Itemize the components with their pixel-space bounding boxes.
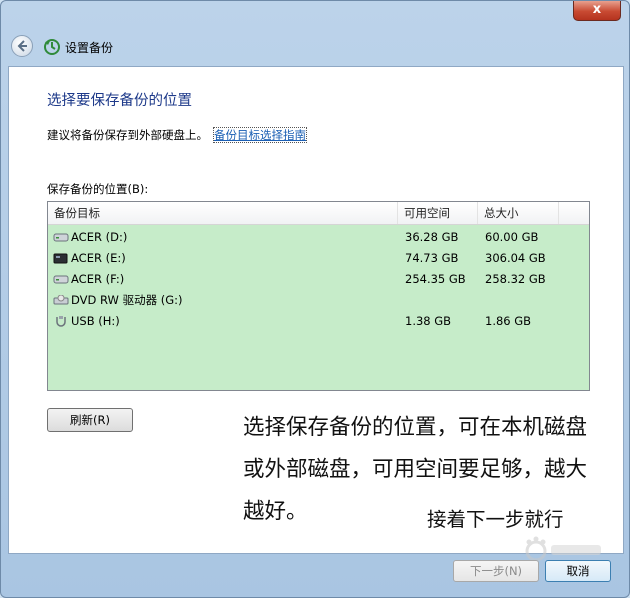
hard-drive-icon bbox=[53, 275, 69, 284]
row-free: 74.73 GB bbox=[405, 251, 459, 265]
backup-target-list[interactable]: 备份目标 可用空间 总大小 ACER (D:) 36.28 GB 60.00 G… bbox=[47, 201, 590, 391]
column-header-total-size[interactable]: 总大小 bbox=[478, 202, 559, 224]
row-total: 60.00 GB bbox=[485, 230, 539, 244]
row-target: DVD RW 驱动器 (G:) bbox=[71, 293, 183, 307]
content-panel: 选择要保存备份的位置 建议将备份保存到外部硬盘上。 备份目标选择指南 保存备份的位… bbox=[8, 66, 624, 554]
backup-icon bbox=[44, 39, 60, 55]
page-heading: 选择要保存备份的位置 bbox=[47, 93, 192, 109]
title-bar: 设置备份 bbox=[1, 23, 629, 65]
usb-drive-icon bbox=[56, 316, 66, 327]
dvd-drive-icon bbox=[53, 295, 69, 305]
row-target: USB (H:) bbox=[71, 314, 120, 328]
advice-text-line: 建议将备份保存到外部硬盘上。 备份目标选择指南 bbox=[47, 127, 307, 143]
hard-drive-icon bbox=[53, 233, 69, 242]
close-button[interactable]: x bbox=[573, 1, 621, 21]
row-total: 306.04 GB bbox=[485, 251, 546, 265]
window-title: 设置备份 bbox=[65, 41, 114, 55]
close-icon: x bbox=[592, 2, 602, 17]
next-button[interactable]: 下一步(N) bbox=[453, 560, 539, 582]
column-header-free-space[interactable]: 可用空间 bbox=[398, 202, 478, 224]
row-free: 1.38 GB bbox=[405, 314, 452, 328]
cancel-button[interactable]: 取消 bbox=[545, 560, 611, 582]
back-arrow-icon bbox=[17, 40, 27, 52]
backup-guide-link[interactable]: 备份目标选择指南 bbox=[213, 127, 307, 143]
table-row[interactable]: DVD RW 驱动器 (G:) bbox=[48, 290, 589, 311]
row-total: 258.32 GB bbox=[485, 272, 546, 286]
advice-text: 建议将备份保存到外部硬盘上。 bbox=[47, 128, 208, 142]
list-header: 备份目标 可用空间 总大小 bbox=[48, 202, 589, 225]
table-row[interactable]: ACER (E:) 74.73 GB 306.04 GB bbox=[48, 248, 589, 269]
table-row[interactable]: USB (H:) 1.38 GB 1.86 GB bbox=[48, 311, 589, 332]
table-row[interactable]: ACER (D:) 36.28 GB 60.00 GB bbox=[48, 227, 589, 248]
backup-setup-window: x 设置备份 选择要保存备份的位置 建议将备份保存到外部硬盘上。 备份目标选择指南… bbox=[0, 0, 630, 598]
refresh-button[interactable]: 刷新(R) bbox=[47, 408, 133, 432]
table-row[interactable]: ACER (F:) 254.35 GB 258.32 GB bbox=[48, 269, 589, 290]
row-target: ACER (D:) bbox=[71, 230, 128, 244]
column-header-target[interactable]: 备份目标 bbox=[48, 202, 398, 224]
row-target: ACER (E:) bbox=[71, 251, 126, 265]
back-button[interactable] bbox=[11, 35, 33, 57]
backup-location-label: 保存备份的位置(B): bbox=[47, 182, 149, 196]
row-total: 1.86 GB bbox=[485, 314, 532, 328]
row-free: 254.35 GB bbox=[405, 272, 466, 286]
row-target: ACER (F:) bbox=[71, 272, 125, 286]
dark-drive-icon bbox=[53, 253, 68, 264]
row-free: 36.28 GB bbox=[405, 230, 459, 244]
annotation-secondary: 接着下一步就行 bbox=[427, 508, 564, 531]
